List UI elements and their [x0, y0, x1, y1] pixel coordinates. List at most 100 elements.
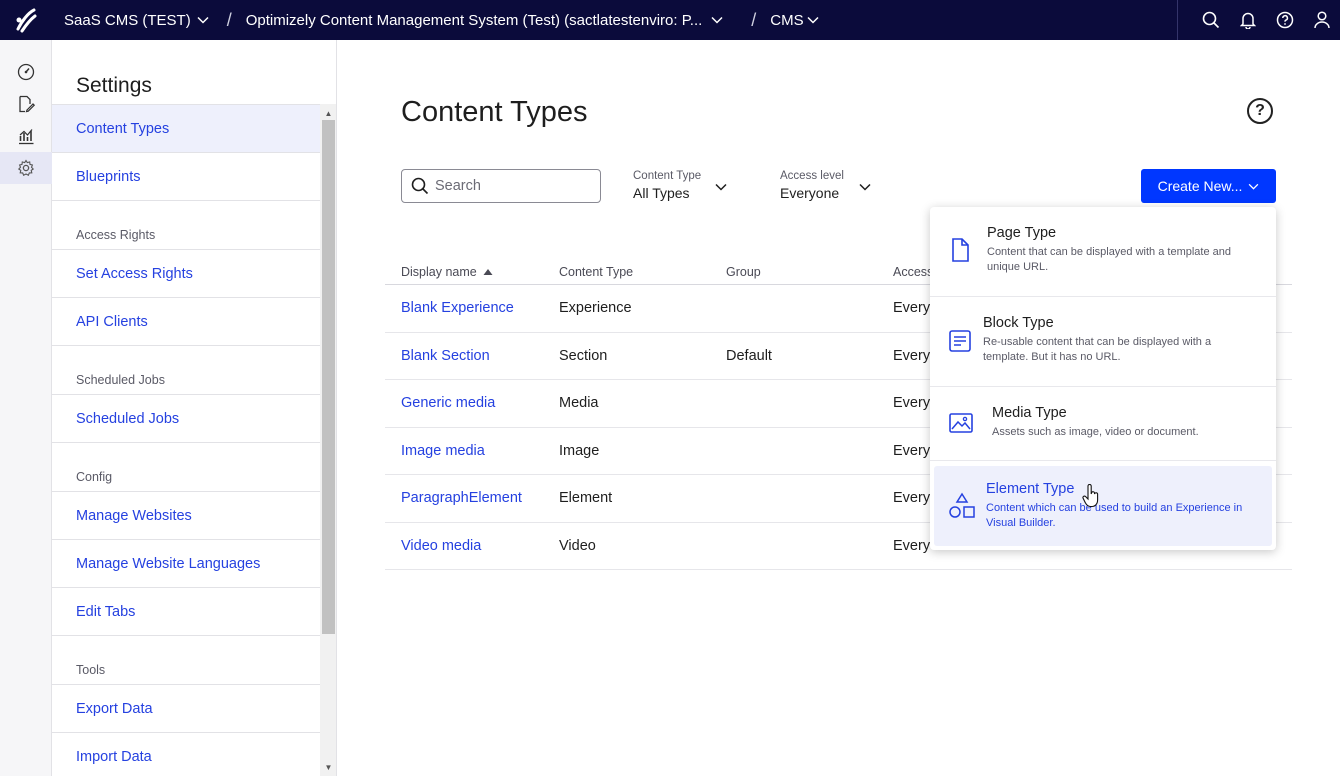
top-bar: SaaS CMS (TEST) / Optimizely Content Man… [0, 0, 1340, 40]
breadcrumb-separator: / [751, 9, 757, 30]
create-new-menu: Page Type Content that can be displayed … [930, 207, 1276, 550]
access-level-filter[interactable]: Access level Everyone [780, 170, 871, 201]
chevron-down-icon [1249, 183, 1259, 190]
content-type-filter-label: Content Type [633, 170, 702, 182]
create-new-button[interactable]: Create New... [1141, 169, 1276, 203]
scroll-down-arrow-icon[interactable]: ▼ [320, 760, 336, 774]
scroll-thumb[interactable] [322, 120, 335, 634]
breadcrumb-separator: / [226, 9, 232, 30]
settings-group-scheduled-jobs: Scheduled Jobs [52, 346, 320, 395]
row-access: Every [893, 347, 931, 364]
settings-item-content-types[interactable]: Content Types [52, 105, 320, 153]
settings-list: Content Types Blueprints Access Rights S… [52, 104, 320, 776]
column-header-group[interactable]: Group [726, 265, 761, 279]
row-content-type: Image [559, 442, 600, 459]
left-rail [0, 40, 52, 776]
row-access: Every [893, 442, 931, 459]
search-box[interactable] [401, 169, 601, 203]
breadcrumb-org[interactable]: SaaS CMS (TEST) [64, 12, 209, 29]
settings-item-manage-websites[interactable]: Manage Websites [52, 492, 320, 540]
gear-icon[interactable] [0, 152, 52, 184]
menu-item-title: Element Type [986, 481, 1075, 497]
column-header-display-name[interactable]: Display name [401, 265, 493, 279]
block-icon [949, 330, 971, 352]
row-access: Every [893, 395, 931, 411]
page-title: Content Types [401, 96, 588, 128]
chevron-down-icon [711, 16, 723, 24]
row-access: Every [893, 300, 931, 316]
bell-icon[interactable] [1229, 0, 1266, 40]
row-access: Every [893, 537, 931, 554]
column-header-access[interactable]: Access [893, 265, 933, 279]
breadcrumb-product-label: CMS [770, 11, 804, 29]
menu-item-description: Assets such as image, video or document. [992, 426, 1199, 438]
search-input[interactable] [435, 178, 585, 194]
settings-item-api-clients[interactable]: API Clients [52, 298, 320, 346]
content-type-filter-value: All Types [633, 185, 690, 201]
settings-title: Settings [76, 74, 152, 97]
row-display-name-link[interactable]: Blank Section [401, 348, 490, 364]
row-display-name-link[interactable]: Generic media [401, 395, 495, 411]
user-icon[interactable] [1303, 0, 1340, 40]
row-display-name-link[interactable]: Video media [401, 538, 481, 554]
help-icon[interactable] [1266, 0, 1303, 40]
row-content-type: Section [559, 347, 608, 364]
create-new-label: Create New... [1157, 178, 1243, 194]
menu-item-description: Content which can be used to build an Ex… [986, 502, 1243, 529]
settings-item-set-access-rights[interactable]: Set Access Rights [52, 250, 320, 298]
search-icon[interactable] [1192, 0, 1229, 40]
row-display-name-link[interactable]: ParagraphElement [401, 490, 522, 506]
breadcrumb-product[interactable]: CMS [770, 11, 819, 29]
row-access: Every [893, 490, 931, 506]
column-header-content-type[interactable]: Content Type [559, 265, 633, 279]
row-display-name-link[interactable]: Blank Experience [401, 300, 514, 316]
hand-pointer-cursor-icon [1082, 484, 1099, 508]
settings-item-import-data[interactable]: Import Data [52, 733, 320, 776]
breadcrumb-instance[interactable]: Optimizely Content Management System (Te… [246, 12, 724, 29]
settings-item-manage-website-languages[interactable]: Manage Website Languages [52, 540, 320, 588]
dashboard-icon[interactable] [0, 56, 52, 88]
help-circle-icon[interactable]: ? [1247, 98, 1273, 124]
chevron-down-icon [859, 183, 871, 191]
content-type-filter[interactable]: Content Type All Types [633, 170, 727, 201]
menu-item-page-type[interactable]: Page Type Content that can be displayed … [930, 207, 1276, 297]
settings-group-access-rights: Access Rights [52, 201, 320, 250]
settings-item-edit-tabs[interactable]: Edit Tabs [52, 588, 320, 636]
settings-group-config: Config [52, 443, 320, 492]
chevron-down-icon [715, 183, 727, 191]
top-actions [1177, 0, 1340, 40]
edit-icon[interactable] [0, 88, 52, 120]
settings-group-tools: Tools [52, 636, 320, 685]
scroll-up-arrow-icon[interactable]: ▲ [320, 106, 336, 120]
settings-item-blueprints[interactable]: Blueprints [52, 153, 320, 201]
row-content-type: Media [559, 395, 599, 411]
menu-item-title: Block Type [983, 315, 1054, 331]
page-icon [952, 238, 969, 262]
shapes-icon [949, 492, 975, 518]
row-content-type: Element [559, 490, 613, 506]
row-content-type: Video [559, 537, 596, 554]
menu-item-title: Media Type [992, 405, 1067, 421]
row-group: Default [726, 347, 772, 364]
optimizely-logo-icon[interactable] [0, 0, 52, 40]
image-icon [949, 413, 973, 433]
menu-item-element-type[interactable]: Element Type Content which can be used t… [934, 466, 1272, 546]
menu-item-title: Page Type [987, 225, 1057, 241]
row-display-name-link[interactable]: Image media [401, 443, 485, 459]
access-level-filter-value: Everyone [780, 185, 840, 201]
menu-item-description: Re-usable content that can be displayed … [983, 336, 1212, 363]
menu-item-media-type[interactable]: Media Type Assets such as image, video o… [930, 387, 1276, 461]
search-icon [411, 177, 429, 195]
breadcrumb-instance-label: Optimizely Content Management System (Te… [245, 11, 703, 29]
row-content-type: Experience [559, 300, 632, 316]
access-level-filter-label: Access level [780, 170, 844, 182]
sort-ascending-icon [483, 269, 493, 275]
chevron-down-icon [197, 16, 209, 24]
settings-item-scheduled-jobs[interactable]: Scheduled Jobs [52, 395, 320, 443]
chevron-down-icon [807, 16, 819, 24]
menu-item-block-type[interactable]: Block Type Re-usable content that can be… [930, 297, 1276, 387]
breadcrumb-org-label: SaaS CMS (TEST) [64, 11, 191, 29]
analytics-icon[interactable] [0, 120, 52, 152]
settings-item-export-data[interactable]: Export Data [52, 685, 320, 733]
settings-scrollbar[interactable]: ▲ ▼ [320, 104, 336, 776]
